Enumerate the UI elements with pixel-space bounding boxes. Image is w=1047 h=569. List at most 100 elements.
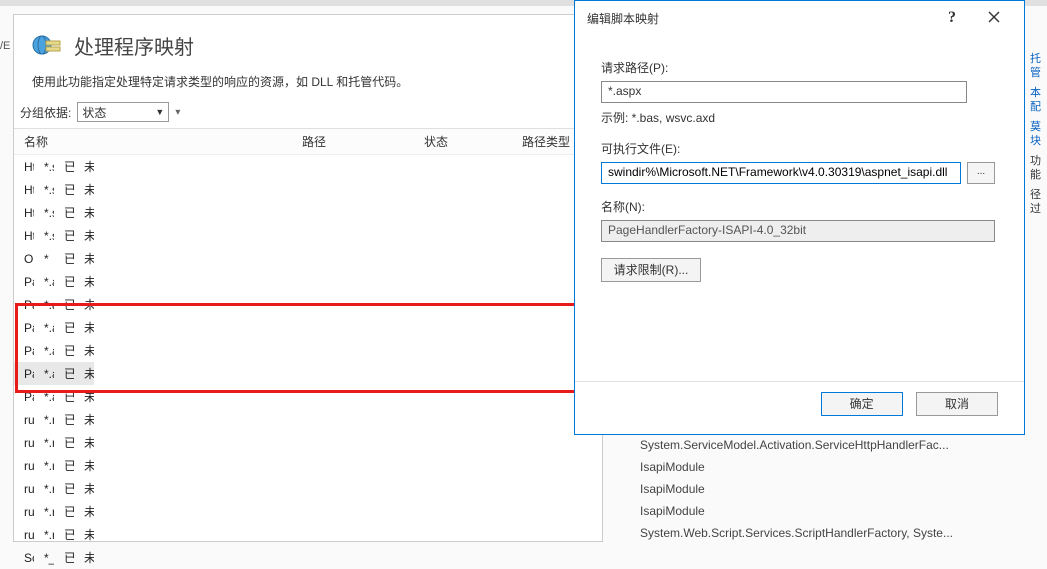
group-by-value: 状态 bbox=[82, 104, 106, 121]
handler-mappings-window: 处理程序映射 使用此功能指定处理特定请求类型的响应的资源，如 DLL 和托管代码… bbox=[13, 14, 603, 542]
cell-ptype: 未指定 bbox=[74, 362, 94, 385]
cell-path: *.aspx bbox=[34, 385, 54, 408]
cell-name: HttpRemotingHandlerFactory-soap-ISAPI-..… bbox=[14, 178, 34, 201]
cell-name: rules-ISAPI-4.0_64bit bbox=[14, 523, 34, 546]
table-row[interactable]: HttpRemotingHandlerFactory-soap-ISAPI-..… bbox=[14, 155, 94, 178]
cell-name: rules-64-ISAPI-2.0 bbox=[14, 408, 34, 431]
cell-ptype: 未指定 bbox=[74, 316, 94, 339]
cell-ptype: 未指定 bbox=[74, 477, 94, 500]
table-row[interactable]: PageHandlerFactory-ISAPI-2.0*.aspx已启用未指定 bbox=[14, 316, 94, 339]
cell-state: 已启用 bbox=[54, 477, 74, 500]
table-row[interactable]: PageHandlerFactory-Integrated*.aspx已启用未指… bbox=[14, 270, 94, 293]
table-row[interactable]: rules-ISAPI-2.0*.rules已启用未指定 bbox=[14, 477, 94, 500]
cancel-button[interactable]: 取消 bbox=[916, 392, 998, 416]
cell-path: * bbox=[34, 247, 54, 270]
browse-button[interactable]: ... bbox=[967, 162, 995, 184]
cell-state: 已启用 bbox=[54, 224, 74, 247]
group-by-extra: ▾ bbox=[175, 107, 180, 118]
close-button[interactable] bbox=[972, 4, 1016, 32]
cell-state: 已启用 bbox=[54, 362, 74, 385]
cell-path: *.rules bbox=[34, 408, 54, 431]
table-row[interactable]: PageHandlerFactory-Integrated-4.0*.aspx已… bbox=[14, 293, 94, 316]
cell-path: *.rules bbox=[34, 477, 54, 500]
page-title: 处理程序映射 bbox=[74, 31, 194, 60]
cell-state: 已启用 bbox=[54, 408, 74, 431]
cell-ptype: 未指定 bbox=[74, 523, 94, 546]
request-restrictions-button[interactable]: 请求限制(R)... bbox=[601, 258, 701, 282]
actions-pane-fragment: 托管 本配 莫块 功能 径过 bbox=[1030, 52, 1044, 222]
cell-state: 已启用 bbox=[54, 293, 74, 316]
ok-button[interactable]: 确定 bbox=[821, 392, 903, 416]
cell-state: 已启用 bbox=[54, 385, 74, 408]
executable-input[interactable]: swindir%\Microsoft.NET\Framework\v4.0.30… bbox=[601, 162, 961, 184]
table-row[interactable]: rules-ISAPI-4.0_64bit*.rules已启用未指定 bbox=[14, 523, 94, 546]
module-column-fragment: System.ServiceModel.Activation.ServiceHt… bbox=[640, 438, 953, 548]
cell-state: 已启用 bbox=[54, 316, 74, 339]
cell-name: OPTIONSVerbHandler bbox=[14, 247, 34, 270]
cell-path: *_AppService.axd bbox=[34, 546, 54, 569]
cell-name: PageHandlerFactory-ISAPI-4.0_64bit bbox=[14, 385, 34, 408]
dialog-title: 编辑脚本映射 bbox=[587, 10, 932, 27]
cell-path: *.aspx bbox=[34, 293, 54, 316]
table-row[interactable]: OPTIONSVerbHandler*已启用未指定 bbox=[14, 247, 94, 270]
cell-path: *.rules bbox=[34, 431, 54, 454]
cell-name: PageHandlerFactory-Integrated bbox=[14, 270, 34, 293]
request-path-label: 请求路径(P): bbox=[601, 59, 998, 76]
table-row[interactable]: PageHandlerFactory-ISAPI-4.0_32bit*.aspx… bbox=[14, 362, 94, 385]
cell-path: *.rules bbox=[34, 454, 54, 477]
table-row[interactable]: HttpRemotingHandlerFactory-soap-ISAPI-..… bbox=[14, 201, 94, 224]
chevron-down-icon: ▼ bbox=[155, 107, 164, 117]
cell-name: rules-Integrated bbox=[14, 431, 34, 454]
cell-ptype: 未指定 bbox=[74, 270, 94, 293]
cell-ptype: 未指定 bbox=[74, 201, 94, 224]
cell-path: *.soap bbox=[34, 224, 54, 247]
cell-state: 已启用 bbox=[54, 339, 74, 362]
table-row[interactable]: rules-Integrated-4.0*.rules已启用未指定 bbox=[14, 454, 94, 477]
cell-name: rules-ISAPI-4.0_32bit bbox=[14, 500, 34, 523]
cell-name: rules-ISAPI-2.0 bbox=[14, 477, 34, 500]
group-by-select[interactable]: 状态 ▼ bbox=[77, 102, 169, 122]
cell-state: 已启用 bbox=[54, 431, 74, 454]
cell-name: rules-Integrated-4.0 bbox=[14, 454, 34, 477]
cell-state: 已启用 bbox=[54, 247, 74, 270]
help-button[interactable]: ? bbox=[932, 4, 972, 32]
col-state[interactable]: 状态 bbox=[414, 129, 512, 155]
cell-name: PageHandlerFactory-ISAPI-4.0_32bit bbox=[14, 362, 34, 385]
name-input[interactable]: PageHandlerFactory-ISAPI-4.0_32bit bbox=[601, 220, 995, 242]
cell-state: 已启用 bbox=[54, 546, 74, 569]
cell-name: PageHandlerFactory-ISAPI-2.0 bbox=[14, 316, 34, 339]
cell-state: 已启用 bbox=[54, 201, 74, 224]
cell-path: *.soap bbox=[34, 178, 54, 201]
cell-ptype: 未指定 bbox=[74, 431, 94, 454]
group-by-label: 分组依据: bbox=[20, 104, 71, 121]
col-name[interactable]: 名称 bbox=[14, 129, 292, 155]
table-row[interactable]: HttpRemotingHandlerFactory-soap-ISAPI-..… bbox=[14, 178, 94, 201]
cell-ptype: 未指定 bbox=[74, 500, 94, 523]
name-label: 名称(N): bbox=[601, 198, 998, 215]
cell-ptype: 未指定 bbox=[74, 178, 94, 201]
cell-state: 已启用 bbox=[54, 454, 74, 477]
cell-ptype: 未指定 bbox=[74, 454, 94, 477]
col-path[interactable]: 路径 bbox=[292, 129, 414, 155]
request-path-input[interactable]: *.aspx bbox=[601, 81, 967, 103]
table-row[interactable]: PageHandlerFactory-ISAPI-2.0-64*.aspx已启用… bbox=[14, 339, 94, 362]
table-row[interactable]: PageHandlerFactory-ISAPI-4.0_64bit*.aspx… bbox=[14, 385, 94, 408]
cell-path: *.aspx bbox=[34, 339, 54, 362]
cell-name: HttpRemotingHandlerFactory-soap-ISAPI-..… bbox=[14, 201, 34, 224]
table-row[interactable]: HttpRemotingHandlerFactory-soap-ISAPI-..… bbox=[14, 224, 94, 247]
table-row[interactable]: ScriptHandlerFactoryAppServices-Integrat… bbox=[14, 546, 94, 569]
page-description: 使用此功能指定处理特定请求类型的响应的资源，如 DLL 和托管代码。 bbox=[14, 71, 602, 102]
cell-ptype: 未指定 bbox=[74, 155, 94, 178]
cell-name: PageHandlerFactory-ISAPI-2.0-64 bbox=[14, 339, 34, 362]
cell-ptype: 未指定 bbox=[74, 293, 94, 316]
cell-ptype: 未指定 bbox=[74, 224, 94, 247]
table-row[interactable]: rules-Integrated*.rules已启用未指定 bbox=[14, 431, 94, 454]
cell-path: *.aspx bbox=[34, 362, 54, 385]
table-row[interactable]: rules-64-ISAPI-2.0*.rules已启用未指定 bbox=[14, 408, 94, 431]
cell-ptype: 未指定 bbox=[74, 546, 94, 569]
cell-ptype: 未指定 bbox=[74, 339, 94, 362]
cell-ptype: 未指定 bbox=[74, 247, 94, 270]
cell-path: *.soap bbox=[34, 201, 54, 224]
table-row[interactable]: rules-ISAPI-4.0_32bit*.rules已启用未指定 bbox=[14, 500, 94, 523]
close-icon bbox=[988, 11, 1000, 23]
